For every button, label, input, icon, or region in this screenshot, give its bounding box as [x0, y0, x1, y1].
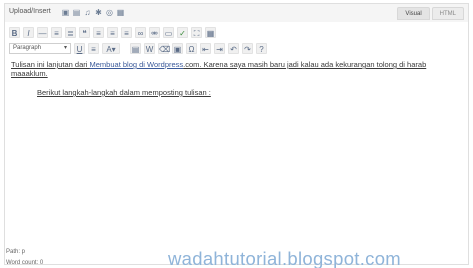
upload-insert-label: Upload/Insert — [9, 8, 51, 15]
text-color-icon[interactable]: A▾ — [102, 42, 120, 54]
spellcheck-icon[interactable]: ✓ — [177, 26, 188, 38]
form-icon[interactable]: ▦ — [116, 8, 125, 17]
gallery-icon[interactable]: ◎ — [105, 8, 114, 17]
toolbar-row-1: B I — ≡ ≣ ❝ ≡ ≡ ≡ ∞ ⚮ ▭ ✓ ⛶ ▦ — [9, 25, 216, 39]
editor-content[interactable]: Tulisan ini lanjutan dari Membuat blog d… — [11, 60, 461, 107]
link-icon[interactable]: ∞ — [135, 26, 146, 38]
media-icon[interactable]: ✱ — [94, 8, 103, 17]
more-tag-icon[interactable]: ▭ — [163, 26, 174, 38]
numbered-list-icon[interactable]: ≣ — [65, 26, 76, 38]
word-count: Word count: 0 — [6, 260, 44, 266]
special-char-icon[interactable]: Ω — [186, 42, 197, 54]
paste-word-icon[interactable]: W — [144, 42, 155, 54]
kitchen-sink-icon[interactable]: ▦ — [205, 26, 216, 38]
paragraph-2: Berikut langkah-langkah dalam memposting… — [11, 88, 461, 97]
media-embed-icon[interactable]: ▣ — [172, 42, 183, 54]
align-right-icon[interactable]: ≡ — [121, 26, 132, 38]
audio-icon[interactable]: ♫ — [83, 8, 92, 17]
align-center-icon[interactable]: ≡ — [107, 26, 118, 38]
wordpress-link[interactable]: Membuat blog di Wordpress — [90, 60, 184, 69]
tab-html[interactable]: HTML — [431, 7, 464, 20]
outdent-icon[interactable]: ⇤ — [200, 42, 211, 54]
editor-mode-tabs: Visual HTML — [397, 7, 464, 20]
indent-icon[interactable]: ⇥ — [214, 42, 225, 54]
element-path: Path: p — [6, 249, 26, 255]
paragraph-2-text: Berikut langkah-langkah dalam memposting… — [37, 88, 211, 97]
help-icon[interactable]: ? — [256, 42, 267, 54]
paragraph-1: Tulisan ini lanjutan dari Membuat blog d… — [11, 60, 461, 78]
strikethrough-icon[interactable]: — — [37, 26, 48, 38]
fullscreen-icon[interactable]: ⛶ — [191, 26, 202, 38]
remove-format-icon[interactable]: ⌫ — [158, 42, 170, 54]
italic-icon[interactable]: I — [23, 26, 34, 38]
format-select[interactable]: Paragraph ▾ — [9, 42, 71, 54]
align-left-icon[interactable]: ≡ — [93, 26, 104, 38]
blockquote-icon[interactable]: ❝ — [79, 26, 90, 38]
bold-icon[interactable]: B — [9, 26, 20, 38]
upload-insert-bar: Upload/Insert ▣ ▤ ♫ ✱ ◎ ▦ Visual HTML — [5, 4, 468, 22]
paragraph-1-start: Tulisan ini lanjutan dari — [11, 60, 90, 69]
unlink-icon[interactable]: ⚮ — [149, 26, 160, 38]
video-icon[interactable]: ▤ — [72, 8, 81, 17]
watermark: wadahtutorial.blogspot.com — [168, 248, 402, 268]
bullet-list-icon[interactable]: ≡ — [51, 26, 62, 38]
underline-icon[interactable]: U — [74, 42, 85, 54]
undo-icon[interactable]: ↶ — [228, 42, 239, 54]
post-editor: Upload/Insert ▣ ▤ ♫ ✱ ◎ ▦ Visual HTML B … — [4, 3, 469, 266]
justify-icon[interactable]: ≡ — [88, 42, 99, 54]
format-select-value: Paragraph — [13, 44, 42, 51]
redo-icon[interactable]: ↷ — [242, 42, 253, 54]
tab-visual[interactable]: Visual — [397, 7, 430, 20]
image-icon[interactable]: ▣ — [61, 8, 70, 17]
toolbar-row-2: Paragraph ▾ U ≡ A▾ ▤ W ⌫ ▣ Ω ⇤ ⇥ ↶ ↷ ? — [9, 41, 267, 55]
chevron-down-icon: ▾ — [63, 44, 67, 51]
paste-text-icon[interactable]: ▤ — [130, 42, 141, 54]
media-buttons: ▣ ▤ ♫ ✱ ◎ ▦ — [61, 8, 125, 17]
